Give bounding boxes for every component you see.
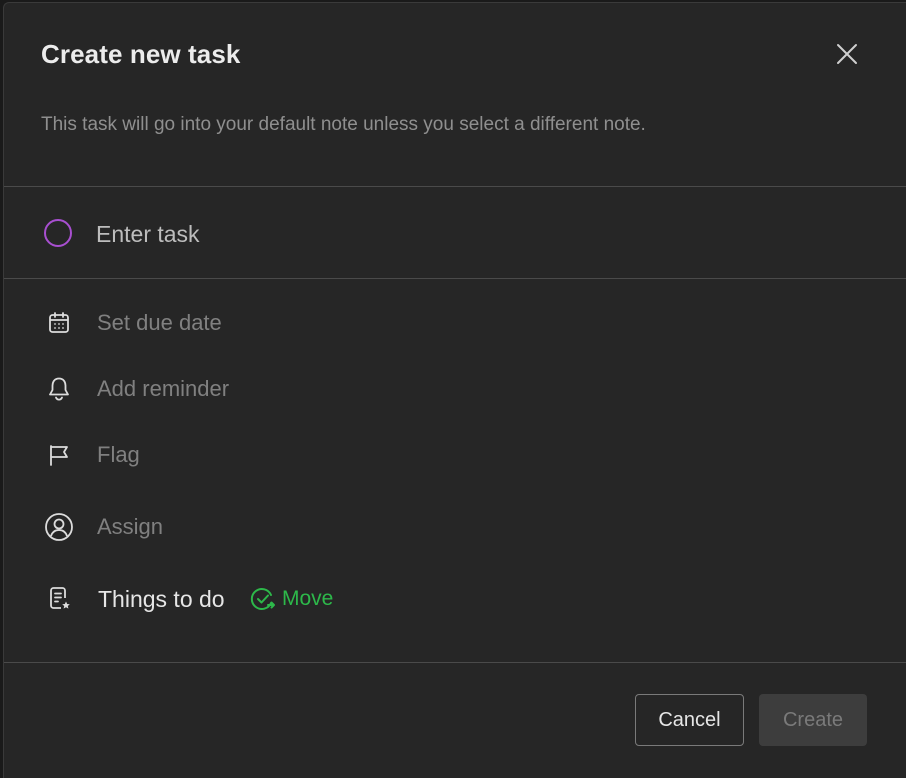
task-input[interactable]: [96, 217, 856, 251]
add-reminder-label: Add reminder: [97, 376, 230, 401]
divider: [4, 278, 906, 279]
check-circle-arrow-icon: [250, 588, 275, 610]
dialog-subtitle: This task will go into your default note…: [41, 114, 646, 135]
flag-option[interactable]: Flag: [4, 432, 504, 478]
task-complete-circle-icon[interactable]: [44, 219, 72, 247]
note-star-icon: [44, 584, 74, 614]
close-button[interactable]: [830, 37, 864, 71]
divider: [4, 186, 906, 187]
dialog-title: Create new task: [41, 39, 241, 69]
move-label: Move: [282, 587, 334, 610]
create-task-dialog: Create new task This task will go into y…: [3, 2, 906, 778]
note-name: Things to do: [98, 586, 225, 612]
calendar-icon: [44, 308, 74, 338]
set-due-date-option[interactable]: Set due date: [4, 300, 504, 346]
task-entry-row: [4, 191, 906, 279]
add-reminder-option[interactable]: Add reminder: [4, 366, 504, 412]
move-note-button[interactable]: Move: [250, 584, 333, 614]
flag-icon: [44, 440, 74, 470]
set-due-date-label: Set due date: [97, 310, 222, 335]
note-selector-row: Things to do Move: [4, 576, 504, 622]
bell-icon: [44, 374, 74, 404]
create-button[interactable]: Create: [759, 694, 867, 746]
person-circle-icon: [44, 512, 74, 542]
close-icon: [837, 44, 857, 64]
assign-option[interactable]: Assign: [4, 504, 504, 550]
flag-label: Flag: [97, 442, 140, 467]
divider: [4, 662, 906, 663]
cancel-button[interactable]: Cancel: [635, 694, 744, 746]
assign-label: Assign: [97, 514, 164, 539]
